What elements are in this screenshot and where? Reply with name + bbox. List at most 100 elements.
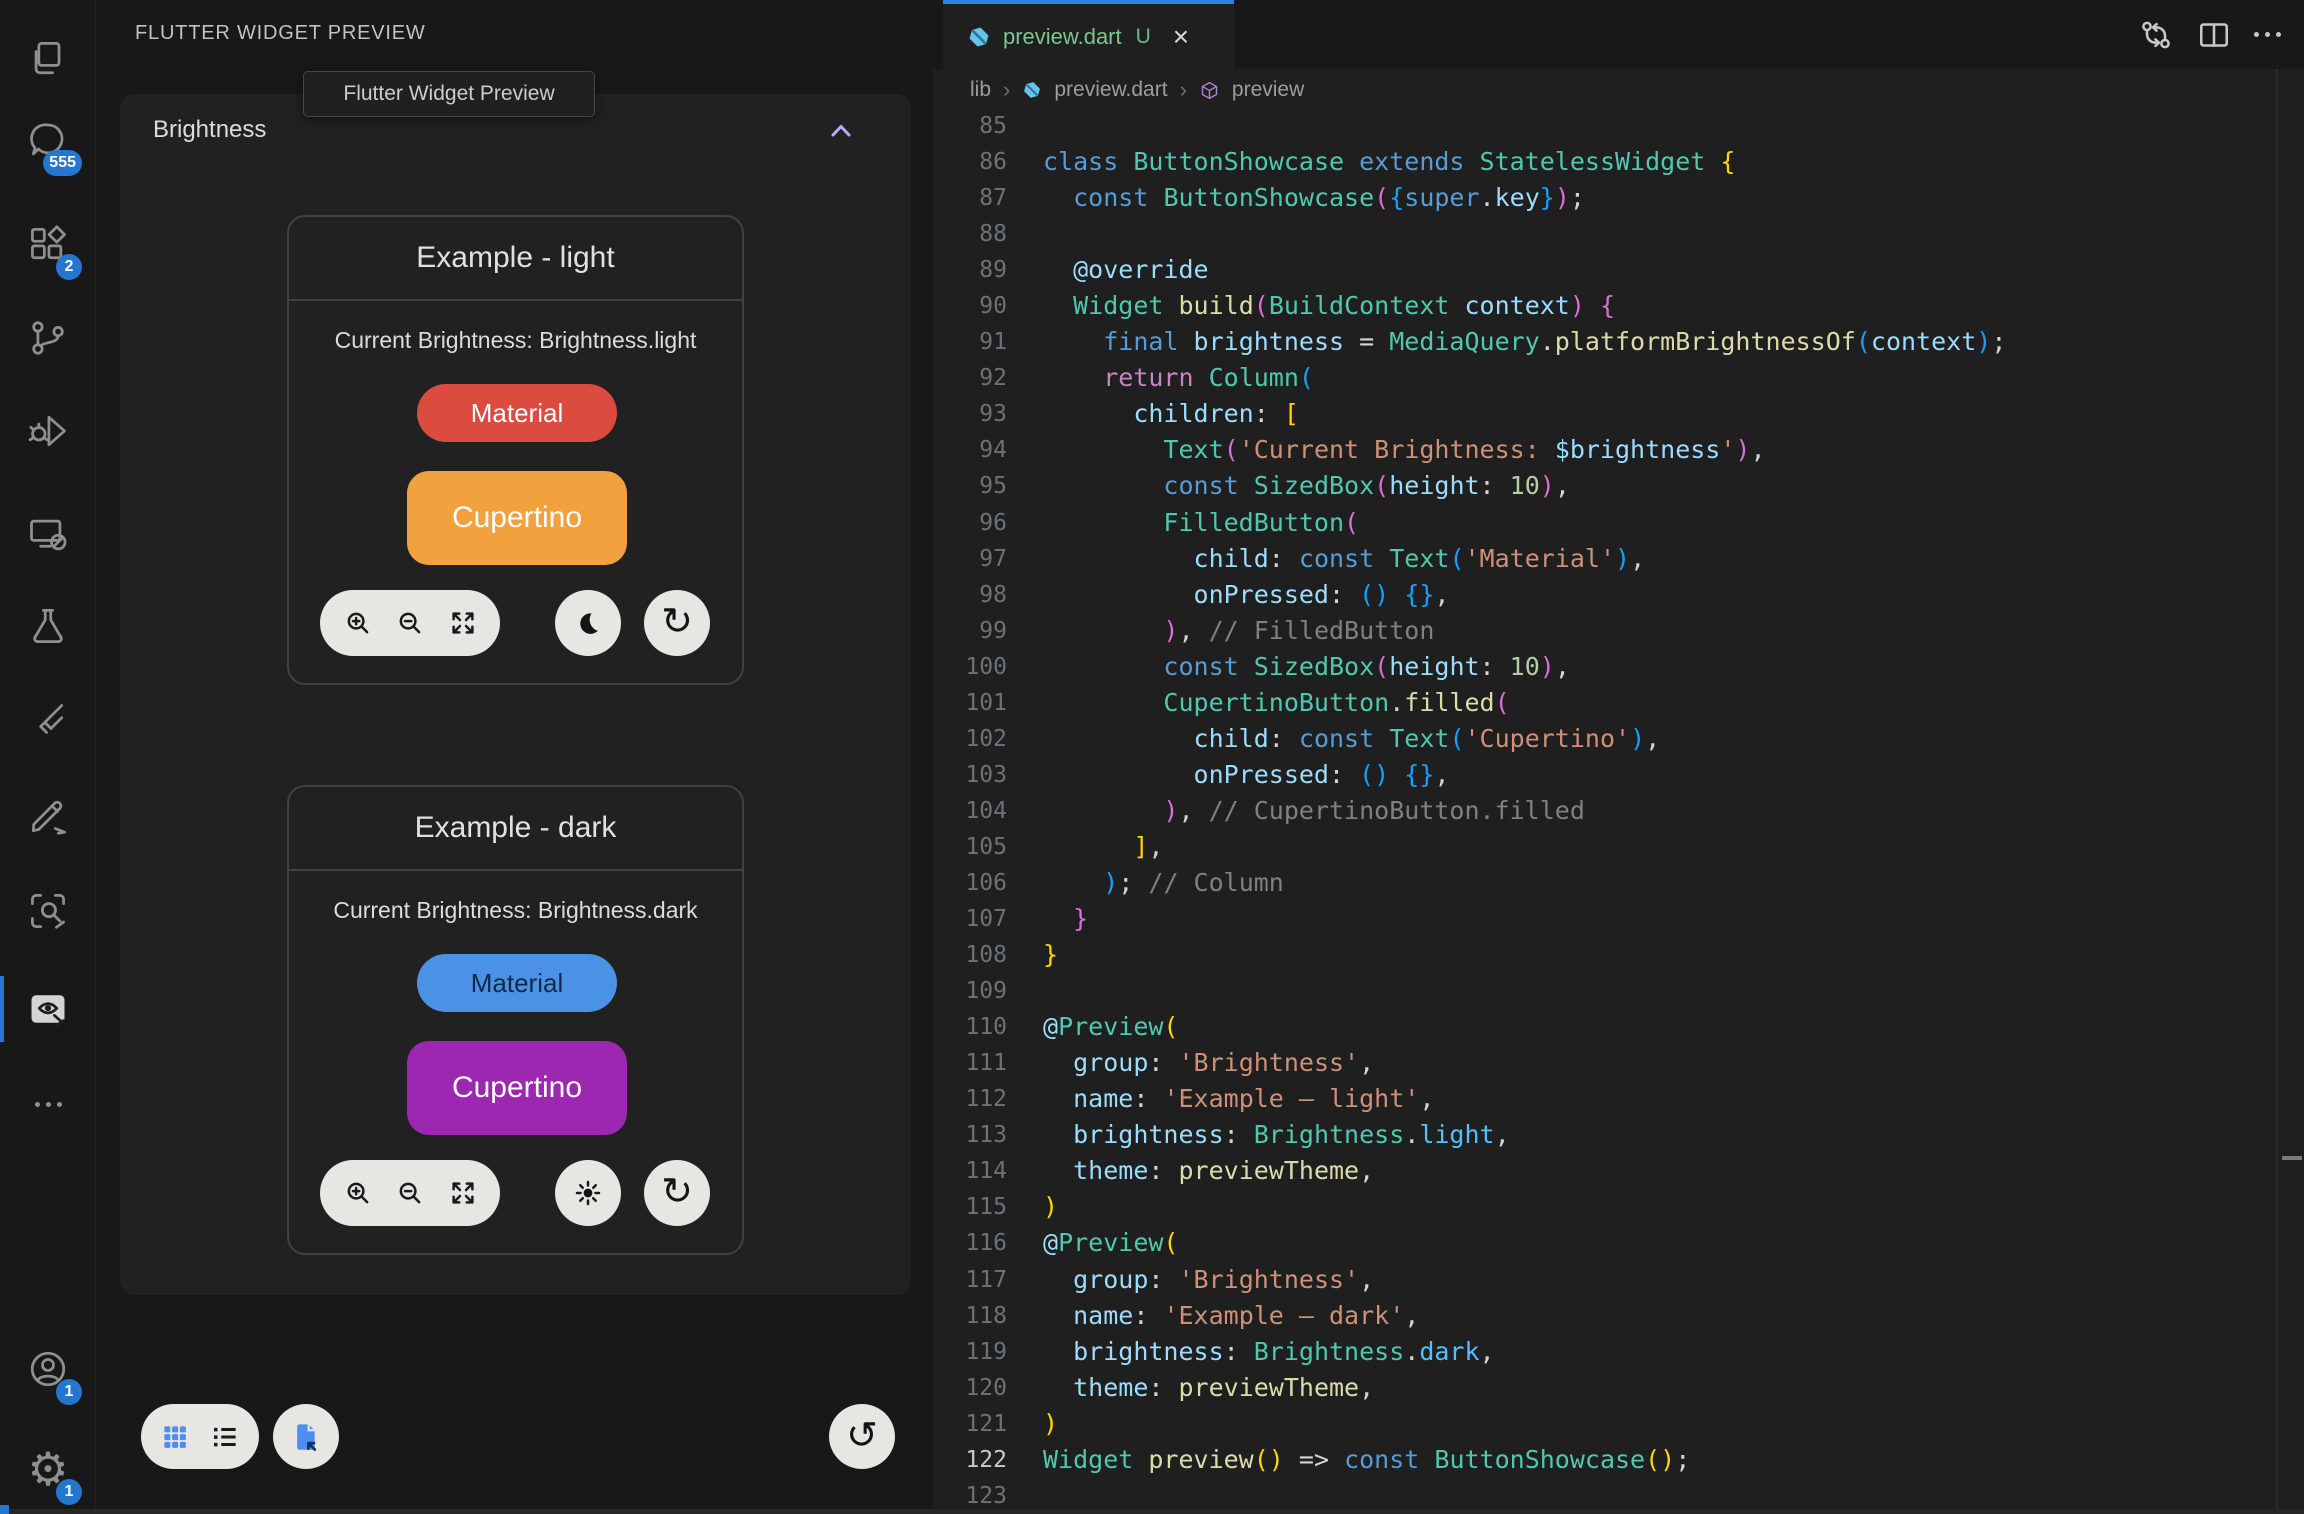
line-number: 107 — [933, 901, 1007, 937]
code-line[interactable]: 117 group: 'Brightness', — [933, 1262, 2304, 1298]
collapse-group-button[interactable] — [826, 116, 856, 146]
sidebar-item-widget-preview[interactable] — [0, 977, 96, 1041]
code-line[interactable]: 102 child: const Text('Cupertino'), — [933, 721, 2304, 757]
scrollbar-marker[interactable] — [2282, 1156, 2302, 1160]
code-line[interactable]: 100 const SizedBox(height: 10), — [933, 649, 2304, 685]
line-number: 122 — [933, 1442, 1007, 1478]
sun-icon — [573, 1178, 603, 1208]
code-line[interactable]: 107 } — [933, 901, 2304, 937]
code-line[interactable]: 122Widget preview() => const ButtonShowc… — [933, 1442, 2304, 1478]
code-line[interactable]: 119 brightness: Brightness.dark, — [933, 1334, 2304, 1370]
sidebar-item-edit-tools[interactable] — [0, 784, 96, 848]
zoom-in-icon[interactable] — [343, 608, 373, 638]
tab-preview-dart[interactable]: preview.dart U × — [943, 0, 1234, 69]
code-line[interactable]: 98 onPressed: () {}, — [933, 577, 2304, 613]
reload-preview-button[interactable]: ↻ — [644, 590, 710, 656]
line-text: ), // FilledButton — [1043, 613, 1434, 649]
line-number: 98 — [933, 577, 1007, 613]
accounts-button[interactable]: 1 — [0, 1337, 96, 1401]
more-actions-button[interactable] — [2254, 17, 2290, 53]
code-line[interactable]: 93 children: [ — [933, 396, 2304, 432]
code-line[interactable]: 97 child: const Text('Material'), — [933, 541, 2304, 577]
code-line[interactable]: 121) — [933, 1406, 2304, 1442]
line-number: 114 — [933, 1153, 1007, 1189]
code-line[interactable]: 87 const ButtonShowcase({super.key}); — [933, 180, 2304, 216]
line-text: Text('Current Brightness: $brightness'), — [1043, 432, 1766, 468]
line-text: @Preview( — [1043, 1009, 1178, 1045]
line-number: 104 — [933, 793, 1007, 829]
zoom-in-icon[interactable] — [343, 1178, 373, 1208]
source-control-icon — [26, 316, 70, 360]
code-line[interactable]: 118 name: 'Example – dark', — [933, 1298, 2304, 1334]
sidebar-item-flutter[interactable] — [0, 689, 96, 753]
code-line[interactable]: 112 name: 'Example – light', — [933, 1081, 2304, 1117]
files-icon — [26, 37, 70, 81]
cupertino-button[interactable]: Cupertino — [407, 471, 627, 565]
sidebar-item-extensions[interactable]: 2 — [0, 212, 96, 276]
sidebar-item-widget-inspector[interactable] — [0, 879, 96, 943]
code-lines[interactable]: 8586class ButtonShowcase extends Statele… — [933, 108, 2304, 1514]
fullscreen-icon[interactable] — [448, 608, 478, 638]
settings-button[interactable]: ⚙ 1 — [0, 1437, 96, 1501]
line-number: 87 — [933, 180, 1007, 216]
compare-changes-button[interactable] — [2138, 17, 2174, 53]
code-line[interactable]: 109 — [933, 973, 2304, 1009]
grid-layout-icon[interactable] — [160, 1422, 190, 1452]
code-line[interactable]: 92 return Column( — [933, 360, 2304, 396]
restart-preview-button[interactable]: ↺ — [829, 1404, 895, 1469]
zoom-out-icon[interactable] — [395, 1178, 425, 1208]
dark-mode-toggle-button[interactable] — [555, 590, 621, 656]
open-source-file-button[interactable] — [273, 1404, 339, 1469]
code-line[interactable]: 99 ), // FilledButton — [933, 613, 2304, 649]
code-line[interactable]: 113 brightness: Brightness.light, — [933, 1117, 2304, 1153]
code-line[interactable]: 96 FilledButton( — [933, 505, 2304, 541]
code-line[interactable]: 94 Text('Current Brightness: $brightness… — [933, 432, 2304, 468]
cupertino-button[interactable]: Cupertino — [407, 1041, 627, 1135]
layout-toggle — [141, 1404, 259, 1469]
code-line[interactable]: 114 theme: previewTheme, — [933, 1153, 2304, 1189]
widget-preview-eye-icon — [26, 987, 70, 1031]
code-line[interactable]: 116@Preview( — [933, 1225, 2304, 1261]
code-line[interactable]: 106 ); // Column — [933, 865, 2304, 901]
code-line[interactable]: 111 group: 'Brightness', — [933, 1045, 2304, 1081]
code-line[interactable]: 115) — [933, 1189, 2304, 1225]
breadcrumb-lib[interactable]: lib — [970, 78, 991, 102]
reload-preview-button[interactable]: ↻ — [644, 1160, 710, 1226]
line-number: 121 — [933, 1406, 1007, 1442]
code-line[interactable]: 85 — [933, 108, 2304, 144]
code-line[interactable]: 91 final brightness = MediaQuery.platfor… — [933, 324, 2304, 360]
code-line[interactable]: 88 — [933, 216, 2304, 252]
code-line[interactable]: 105 ], — [933, 829, 2304, 865]
split-editor-icon — [2196, 17, 2232, 53]
code-line[interactable]: 103 onPressed: () {}, — [933, 757, 2304, 793]
split-editor-button[interactable] — [2196, 17, 2232, 53]
sidebar-item-chat[interactable]: 555 — [0, 108, 96, 172]
sidebar-item-explorer[interactable] — [0, 27, 96, 91]
breadcrumb-symbol[interactable]: preview — [1232, 78, 1304, 102]
group-header-brightness[interactable]: Brightness — [153, 116, 266, 144]
sidebar-item-run-debug[interactable] — [0, 399, 96, 463]
sidebar-item-source-control[interactable] — [0, 306, 96, 370]
code-line[interactable]: 89 @override — [933, 252, 2304, 288]
close-tab-icon[interactable]: × — [1173, 23, 1189, 51]
code-line[interactable]: 110@Preview( — [933, 1009, 2304, 1045]
zoom-out-icon[interactable] — [395, 608, 425, 638]
code-line[interactable]: 90 Widget build(BuildContext context) { — [933, 288, 2304, 324]
sidebar-item-more[interactable] — [0, 1072, 96, 1136]
sidebar-item-remote-explorer[interactable] — [0, 502, 96, 566]
material-button[interactable]: Material — [417, 384, 617, 442]
sidebar-item-testing[interactable] — [0, 594, 96, 658]
code-line[interactable]: 86class ButtonShowcase extends Stateless… — [933, 144, 2304, 180]
code-line[interactable]: 120 theme: previewTheme, — [933, 1370, 2304, 1406]
code-line[interactable]: 104 ), // CupertinoButton.filled — [933, 793, 2304, 829]
remote-monitor-icon — [26, 512, 70, 556]
code-line[interactable]: 101 CupertinoButton.filled( — [933, 685, 2304, 721]
code-line[interactable]: 95 const SizedBox(height: 10), — [933, 468, 2304, 504]
material-button[interactable]: Material — [417, 954, 617, 1012]
light-mode-toggle-button[interactable] — [555, 1160, 621, 1226]
breadcrumb-file[interactable]: preview.dart — [1054, 78, 1167, 102]
fullscreen-icon[interactable] — [448, 1178, 478, 1208]
line-number: 106 — [933, 865, 1007, 901]
list-layout-icon[interactable] — [210, 1422, 240, 1452]
code-line[interactable]: 108} — [933, 937, 2304, 973]
